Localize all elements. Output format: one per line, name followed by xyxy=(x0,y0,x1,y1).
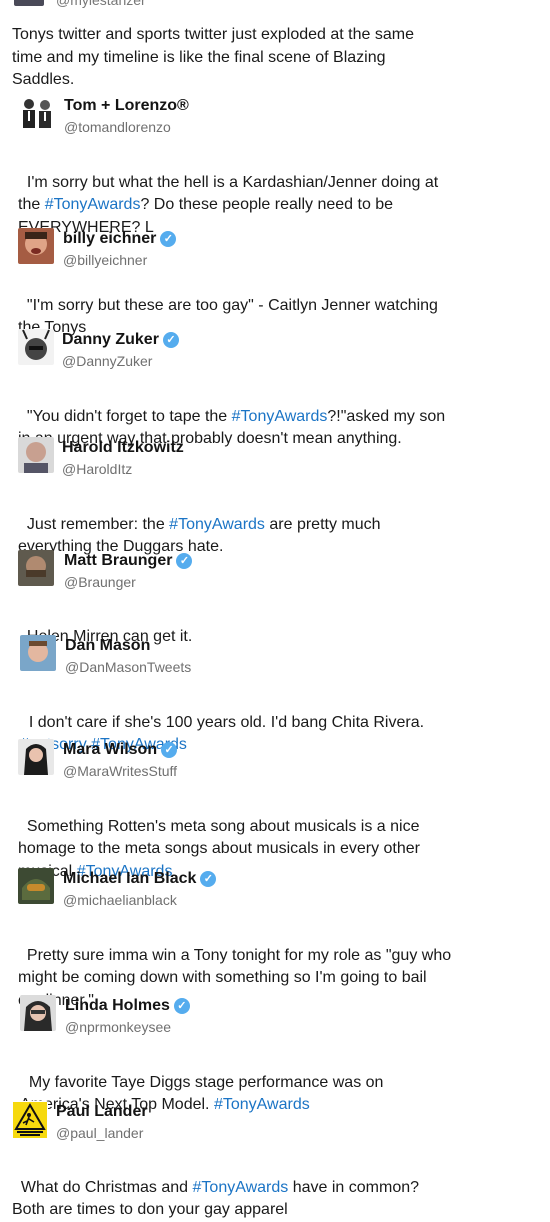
slippery-when-wet-sign-icon xyxy=(12,1101,48,1139)
display-name[interactable]: Mara Wilson ✓ xyxy=(63,741,178,759)
text-segment: I don't care if she's 100 years old. I'd… xyxy=(28,713,425,731)
user-handle[interactable]: @MaraWritesStuff xyxy=(63,763,177,779)
display-name[interactable]: Danny Zuker ✓ xyxy=(62,331,179,349)
verified-badge-icon: ✓ xyxy=(160,231,177,247)
display-name[interactable]: Tom + Lorenzo® xyxy=(64,97,189,115)
verified-badge-icon: ✓ xyxy=(161,742,178,758)
hashtag-link[interactable]: #TonyAwards xyxy=(232,408,328,425)
avatar[interactable] xyxy=(20,635,56,671)
tweet: Paul Lander @paul_lander xyxy=(12,1101,148,1141)
display-name[interactable]: Paul Lander xyxy=(56,1103,148,1121)
verified-badge-icon: ✓ xyxy=(176,553,193,569)
avatar[interactable] xyxy=(14,0,44,6)
text-segment: What do Christmas and xyxy=(20,1178,193,1196)
user-handle[interactable]: @tomandlorenzo xyxy=(64,119,171,135)
verified-badge-icon: ✓ xyxy=(173,998,190,1014)
tweet-text: What do Christmas and #TonyAwards have i… xyxy=(12,1154,452,1222)
display-name[interactable]: Matt Braunger ✓ xyxy=(64,552,193,570)
tweet: billy eichner ✓ @billyeichner xyxy=(18,228,177,268)
user-handle[interactable]: @Braunger xyxy=(64,574,136,590)
tweet: Harold Itzkowitz @HaroldItz xyxy=(18,437,184,477)
avatar[interactable] xyxy=(18,739,54,775)
user-handle[interactable]: @billyeichner xyxy=(63,252,147,268)
avatar[interactable] xyxy=(18,329,54,365)
hashtag-link[interactable]: #TonyAwards xyxy=(169,516,265,533)
verified-badge-icon: ✓ xyxy=(162,332,179,348)
display-name-text[interactable]: billy eichner xyxy=(63,230,156,247)
text-segment: Just remember: the xyxy=(26,515,170,533)
tweet: Linda Holmes ✓ @nprmonkeysee xyxy=(20,995,190,1035)
verified-badge-icon: ✓ xyxy=(200,871,217,887)
display-name-text[interactable]: Matt Braunger xyxy=(64,552,172,569)
avatar[interactable] xyxy=(12,1101,48,1139)
tweet-text: Just remember: the #TonyAwards are prett… xyxy=(18,491,458,559)
avatar[interactable] xyxy=(18,868,54,904)
avatar[interactable] xyxy=(18,550,54,586)
user-handle[interactable]: @DannyZuker xyxy=(62,353,152,369)
user-handle[interactable]: @nprmonkeysee xyxy=(65,1019,171,1035)
user-handle[interactable]: @paul_lander xyxy=(56,1125,143,1141)
user-handle[interactable]: @HaroldItz xyxy=(62,461,132,477)
display-name[interactable]: billy eichner ✓ xyxy=(63,230,177,248)
avatar[interactable] xyxy=(18,228,54,264)
display-name-text[interactable]: Danny Zuker xyxy=(62,331,159,348)
display-name-text[interactable]: Linda Holmes xyxy=(65,997,170,1014)
display-name-text[interactable]: Mara Wilson xyxy=(63,741,157,758)
display-name[interactable]: Harold Itzkowitz xyxy=(62,439,184,457)
tweet-text: "I'm sorry but these are too gay" - Cait… xyxy=(18,272,458,340)
display-name-text[interactable]: Michael Ian Black xyxy=(63,870,196,887)
user-handle[interactable]: @DanMasonTweets xyxy=(65,659,191,675)
hashtag-link[interactable]: #TonyAwards xyxy=(193,1179,289,1196)
display-name[interactable]: Linda Holmes ✓ xyxy=(65,997,190,1015)
tweet: Mara Wilson ✓ @MaraWritesStuff xyxy=(18,739,178,779)
avatar[interactable] xyxy=(18,437,54,473)
tweet: Matt Braunger ✓ @Braunger xyxy=(18,550,193,590)
tweet: Dan Mason @DanMasonTweets xyxy=(20,635,191,675)
display-name[interactable]: Dan Mason xyxy=(65,637,150,655)
text-segment: "You didn't forget to tape the xyxy=(26,407,232,425)
user-handle[interactable]: @michaelianblack xyxy=(63,892,177,908)
tweet-text: I'm sorry but what the hell is a Kardash… xyxy=(18,149,458,239)
avatar[interactable] xyxy=(18,96,56,134)
hashtag-link[interactable]: #TonyAwards xyxy=(214,1096,310,1113)
user-handle[interactable]: @mylestanzer xyxy=(56,0,146,8)
tweet: Michael Ian Black ✓ @michaelianblack xyxy=(18,868,217,908)
avatar[interactable] xyxy=(20,995,56,1031)
tweet: Tom + Lorenzo® @tomandlorenzo xyxy=(18,96,189,135)
tweet: Danny Zuker ✓ @DannyZuker xyxy=(18,329,179,369)
hashtag-link[interactable]: #TonyAwards xyxy=(45,196,141,213)
display-name[interactable]: Michael Ian Black ✓ xyxy=(63,870,217,888)
tweet-text: Tonys twitter and sports twitter just ex… xyxy=(12,26,419,88)
